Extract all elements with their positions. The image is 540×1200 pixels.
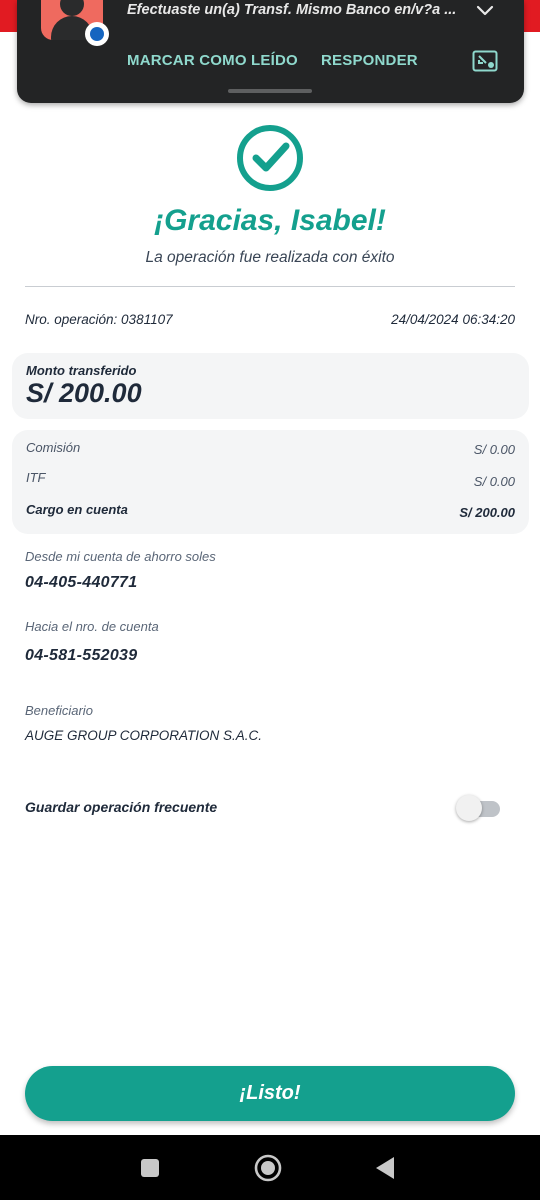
operation-number: Nro. operación: 0381107 [25,312,173,327]
thanks-title: ¡Gracias, Isabel! [154,204,386,237]
reply-button[interactable]: RESPONDER [321,52,418,69]
picture-in-picture-icon[interactable] [472,50,498,72]
amount-value: S/ 200.00 [26,378,142,408]
beneficiary-value: AUGE GROUP CORPORATION S.A.C. [25,728,263,743]
home-circle-icon [254,1154,282,1181]
recents-square-icon [141,1158,159,1177]
itf-row: ITF S/ 0.00 [26,470,515,490]
mark-as-read-button[interactable]: MARCAR COMO LEÍDO [127,52,298,69]
amount-label: Monto transferido [26,363,137,378]
chevron-down-icon[interactable] [475,2,495,20]
recents-button[interactable] [120,1135,180,1200]
itf-value: S/ 0.00 [473,474,515,489]
notification-title: Efectuaste un(a) Transf. Mismo Banco en/… [127,2,457,18]
itf-label: ITF [26,470,46,485]
success-subtitle: La operación fue realizada con éxito [145,249,395,266]
check-circle-icon [237,125,303,191]
operation-datetime: 24/04/2024 06:34:20 [391,312,515,327]
done-button[interactable]: ¡Listo! [25,1066,515,1121]
to-account-value: 04-581-552039 [25,647,138,664]
charges-card: Comisión S/ 0.00 ITF S/ 0.00 Cargo en cu… [12,430,529,534]
account-charge-row: Cargo en cuenta S/ 200.00 [26,502,515,522]
notification-banner[interactable]: Efectuaste un(a) Transf. Mismo Banco en/… [17,0,524,103]
messages-badge-icon [85,22,109,46]
back-triangle-icon [376,1156,394,1179]
commission-value: S/ 0.00 [473,442,515,457]
from-account-value: 04-405-440771 [25,574,138,591]
save-frequent-label: Guardar operación frecuente [25,799,218,815]
account-charge-label: Cargo en cuenta [26,502,128,517]
account-charge-value: S/ 200.00 [459,505,515,520]
home-button[interactable] [238,1135,298,1200]
to-account-label: Hacia el nro. de cuenta [25,619,159,634]
beneficiary-label: Beneficiario [25,703,93,718]
amount-card: Monto transferido S/ 200.00 [12,353,529,419]
save-frequent-toggle[interactable] [456,795,502,821]
commission-row: Comisión S/ 0.00 [26,440,515,460]
divider [25,286,515,287]
notification-handle[interactable] [228,89,312,93]
commission-label: Comisión [26,440,81,455]
from-account-label: Desde mi cuenta de ahorro soles [25,549,216,564]
back-button[interactable] [355,1135,415,1200]
system-navigation-bar [0,1135,540,1200]
